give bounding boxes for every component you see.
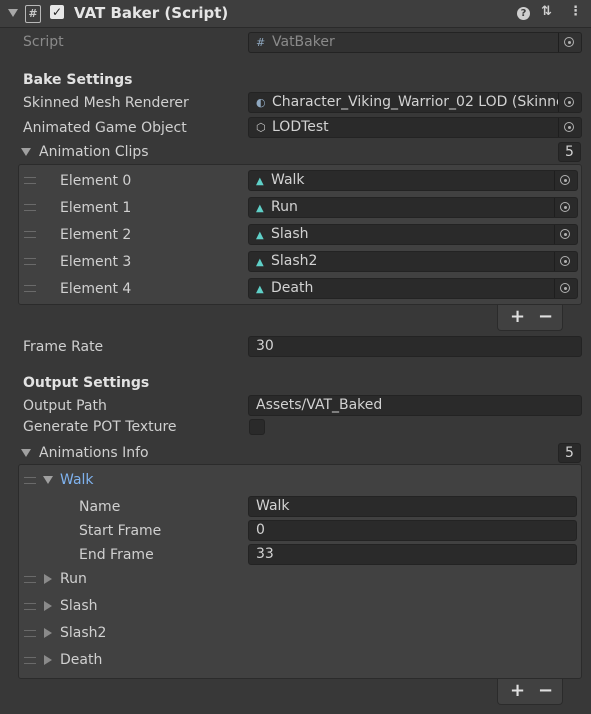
object-picker-icon[interactable] [554,171,577,190]
add-button[interactable]: + [510,306,525,327]
animation-clip-icon: ▲ [256,203,264,214]
animation-clip-icon: ▲ [256,257,264,268]
remove-button[interactable]: − [538,306,553,327]
collapse-arrow-icon[interactable] [8,9,18,17]
component-title: VAT Baker (Script) [74,4,229,22]
pot-checkbox[interactable] [249,419,265,435]
animation-clips-label[interactable]: Animation Clips [39,144,149,160]
pot-label: Generate POT Texture [23,419,177,435]
object-picker-icon[interactable] [554,252,577,271]
ago-value: LODTest [272,119,329,135]
expand-arrow-icon[interactable] [21,148,31,156]
info-item[interactable]: Slash [60,598,98,614]
info-item-walk[interactable]: Walk [60,472,94,488]
clips-add-remove: + − [497,305,563,331]
clip-value: Slash2 [271,253,318,269]
element-label: Element 3 [60,254,132,270]
frame-rate-label: Frame Rate [23,339,104,355]
frame-rate-field[interactable]: 30 [248,336,582,357]
output-settings-heading: Output Settings [23,375,150,391]
object-picker-icon[interactable] [558,118,581,137]
object-picker-icon[interactable] [558,33,581,52]
start-frame-label: Start Frame [79,523,162,539]
end-frame-field[interactable]: 33 [248,544,577,565]
drag-handle-icon[interactable] [24,630,36,637]
expand-arrow-icon[interactable] [43,476,53,484]
drag-handle-icon[interactable] [24,477,36,484]
collapse-arrow-icon[interactable] [44,628,52,638]
clip-field[interactable]: ▲ Slash2 [248,251,578,272]
clip-value: Walk [271,172,305,188]
frame-rate-value: 30 [256,338,274,354]
smr-label: Skinned Mesh Renderer [23,95,189,111]
ago-field[interactable]: ⬡ LODTest [248,117,582,138]
script-value: VatBaker [272,34,335,50]
element-label: Element 2 [60,227,132,243]
drag-handle-icon[interactable] [24,603,36,610]
name-field[interactable]: Walk [248,496,577,517]
collapse-arrow-icon[interactable] [44,655,52,665]
smr-field[interactable]: ◐ Character_Viking_Warrior_02 LOD (Skinne… [248,92,582,113]
info-add-remove: + − [497,679,563,705]
smr-value: Character_Viking_Warrior_02 LOD (Skinned [272,94,574,110]
clip-field[interactable]: ▲ Death [248,278,578,299]
bake-settings-heading: Bake Settings [23,72,133,88]
drag-handle-icon[interactable] [24,576,36,583]
script-label: Script [23,34,64,50]
collapse-arrow-icon[interactable] [44,574,52,584]
gameobject-icon: ⬡ [256,121,266,134]
drag-handle-icon[interactable] [24,204,36,211]
drag-handle-icon[interactable] [24,177,36,184]
clip-field[interactable]: ▲ Run [248,197,578,218]
element-label: Element 4 [60,281,132,297]
help-icon[interactable]: ? [517,7,530,20]
clip-field[interactable]: ▲ Walk [248,170,578,191]
info-item[interactable]: Run [60,571,87,587]
animations-info-count[interactable]: 5 [558,443,581,463]
animation-clip-icon: ▲ [256,284,264,295]
element-label: Element 0 [60,173,132,189]
info-item[interactable]: Slash2 [60,625,106,641]
clip-value: Death [271,280,314,296]
kebab-menu-icon[interactable]: ⋮ [569,4,582,19]
output-path-label: Output Path [23,398,107,414]
script-file-icon: # [256,36,266,49]
object-picker-icon[interactable] [554,198,577,217]
add-button[interactable]: + [510,680,525,701]
component-header: # ✓ VAT Baker (Script) ? ⇅ ⋮ [0,0,591,28]
component-enabled-checkbox[interactable]: ✓ [50,5,64,19]
element-label: Element 1 [60,200,132,216]
object-picker-icon[interactable] [558,93,581,112]
output-path-value: Assets/VAT_Baked [256,397,383,413]
sliders-icon[interactable]: ⇅ [541,4,552,19]
skinned-mesh-icon: ◐ [256,96,266,109]
info-item[interactable]: Death [60,652,102,668]
start-frame-field[interactable]: 0 [248,520,577,541]
clip-field[interactable]: ▲ Slash [248,224,578,245]
start-frame-value: 0 [256,522,265,538]
script-field[interactable]: # VatBaker [248,32,582,53]
name-value: Walk [256,498,290,514]
collapse-arrow-icon[interactable] [44,601,52,611]
expand-arrow-icon[interactable] [21,449,31,457]
drag-handle-icon[interactable] [24,231,36,238]
drag-handle-icon[interactable] [24,285,36,292]
end-frame-label: End Frame [79,547,154,563]
object-picker-icon[interactable] [554,279,577,298]
remove-button[interactable]: − [538,680,553,701]
object-picker-icon[interactable] [554,225,577,244]
name-label: Name [79,499,121,515]
clip-value: Slash [271,226,309,242]
output-path-field[interactable]: Assets/VAT_Baked [248,395,582,416]
clip-value: Run [271,199,298,215]
end-frame-value: 33 [256,546,274,562]
script-icon: # [25,5,41,23]
drag-handle-icon[interactable] [24,657,36,664]
animation-clips-count[interactable]: 5 [558,142,581,162]
animations-info-label[interactable]: Animations Info [39,445,149,461]
ago-label: Animated Game Object [23,120,187,136]
drag-handle-icon[interactable] [24,258,36,265]
animation-clip-icon: ▲ [256,176,264,187]
animation-clip-icon: ▲ [256,230,264,241]
